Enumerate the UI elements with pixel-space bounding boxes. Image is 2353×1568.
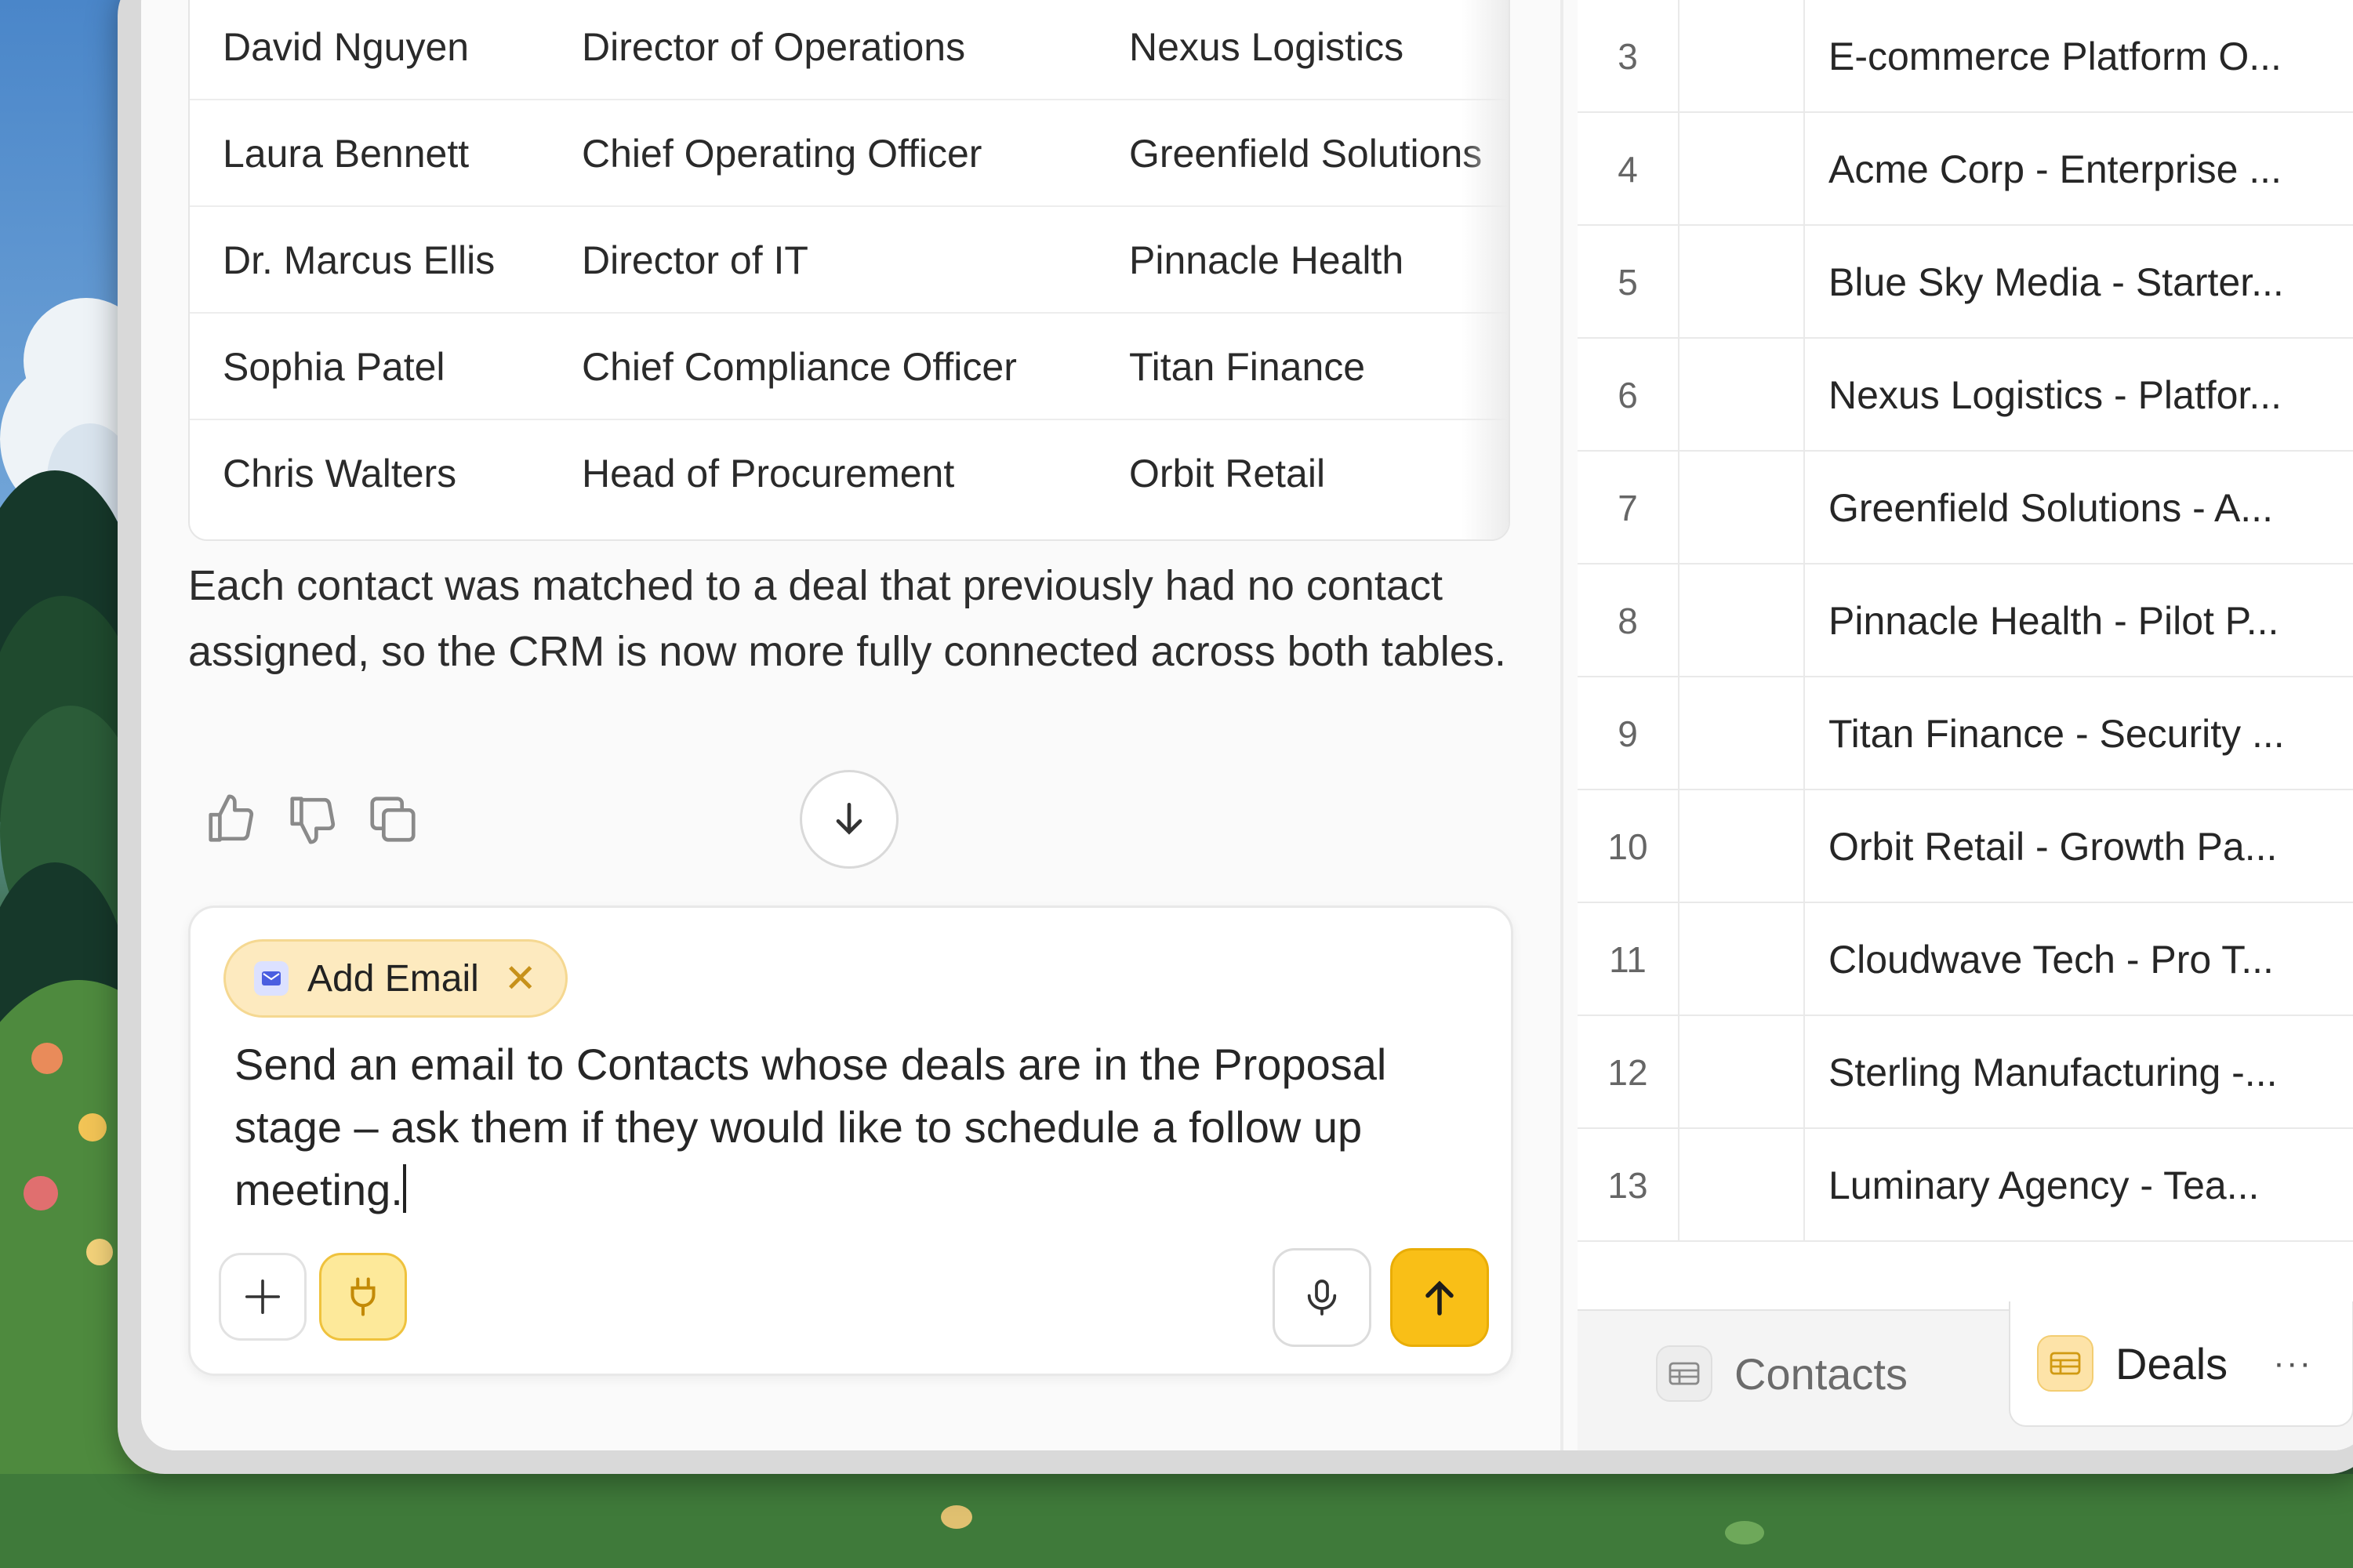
integrations-button[interactable]	[319, 1253, 407, 1341]
table-row: Laura Bennett Chief Operating Officer Gree…	[190, 99, 1509, 205]
close-icon[interactable]: ✕	[504, 956, 537, 1001]
empty-cell[interactable]	[1679, 790, 1805, 903]
deal-name-cell[interactable]: Titan Finance - Security ...	[1828, 677, 2285, 790]
row-number: 13	[1578, 1129, 1679, 1242]
contact-name: Chris Walters	[223, 452, 457, 495]
deal-name-cell[interactable]: E-commerce Platform O...	[1828, 0, 2282, 113]
grid-row[interactable]: 10 Orbit Retail - Growth Pa...	[1578, 790, 2353, 903]
app-window: David Nguyen Director of Operations Nexus …	[141, 0, 2353, 1450]
grid-row[interactable]: 8 Pinnacle Health - Pilot P...	[1578, 564, 2353, 677]
thumbs-up-icon[interactable]	[204, 792, 259, 847]
deal-name-cell[interactable]: Luminary Agency - Tea...	[1828, 1129, 2259, 1242]
table-icon	[1656, 1345, 1712, 1402]
send-button[interactable]	[1390, 1248, 1489, 1347]
grid-row[interactable]: 6 Nexus Logistics - Platfor...	[1578, 339, 2353, 452]
thumbs-down-icon[interactable]	[285, 792, 340, 847]
row-number: 3	[1578, 0, 1679, 113]
tab-contacts[interactable]: Contacts	[1656, 1311, 1908, 1436]
grid-row[interactable]: 4 Acme Corp - Enterprise ...	[1578, 113, 2353, 226]
mail-icon	[254, 961, 289, 996]
deal-name-cell[interactable]: Greenfield Solutions - A...	[1828, 452, 2273, 564]
empty-cell[interactable]	[1679, 339, 1805, 452]
table-row: David Nguyen Director of Operations Nexus …	[190, 0, 1509, 99]
contact-name: Laura Bennett	[223, 132, 470, 176]
row-number: 11	[1578, 903, 1679, 1016]
scroll-to-bottom-button[interactable]	[800, 770, 899, 869]
arrow-up-icon	[1425, 1280, 1454, 1316]
copy-icon[interactable]	[365, 792, 420, 847]
sheet-tab-bar: Contacts Deals ···	[1578, 1301, 2353, 1450]
row-number: 5	[1578, 226, 1679, 339]
add-attachment-button[interactable]	[219, 1253, 307, 1341]
row-number: 12	[1578, 1016, 1679, 1129]
plus-icon	[245, 1279, 281, 1315]
empty-cell[interactable]	[1679, 226, 1805, 339]
empty-cell[interactable]	[1679, 1129, 1805, 1242]
empty-cell[interactable]	[1679, 0, 1805, 113]
empty-cell[interactable]	[1679, 1016, 1805, 1129]
contact-company: Titan Finance	[1129, 345, 1366, 389]
table-row: Dr. Marcus Ellis Director of IT Pinnacle H…	[190, 205, 1509, 312]
contact-company: Nexus Logistics	[1129, 25, 1404, 69]
deal-name-cell[interactable]: Pinnacle Health - Pilot P...	[1828, 564, 2279, 677]
microphone-icon	[1307, 1279, 1337, 1316]
more-icon[interactable]: ···	[2273, 1344, 2312, 1383]
tab-deals[interactable]: Deals ···	[2009, 1301, 2353, 1427]
grid-row[interactable]: 13 Luminary Agency - Tea...	[1578, 1129, 2353, 1242]
row-number: 6	[1578, 339, 1679, 452]
deal-name-cell[interactable]: Blue Sky Media - Starter...	[1828, 226, 2284, 339]
contact-title: Head of Procurement	[582, 452, 955, 495]
contact-company: Orbit Retail	[1129, 452, 1326, 495]
contact-name: David Nguyen	[223, 25, 470, 69]
empty-cell[interactable]	[1679, 113, 1805, 226]
contact-title: Director of IT	[582, 238, 808, 282]
grid-row[interactable]: 7 Greenfield Solutions - A...	[1578, 452, 2353, 564]
deal-name-cell[interactable]: Sterling Manufacturing -...	[1828, 1016, 2278, 1129]
row-number: 8	[1578, 564, 1679, 677]
deal-name-cell[interactable]: Cloudwave Tech - Pro T...	[1828, 903, 2274, 1016]
deals-grid: 2Cloud Infrastructure Upg...3E-commerce …	[1578, 0, 2353, 1450]
grid-row[interactable]: 11 Cloudwave Tech - Pro T...	[1578, 903, 2353, 1016]
table-row: Sophia Patel Chief Compliance Officer Tita…	[190, 312, 1509, 419]
arrow-down-icon	[836, 802, 862, 835]
assistant-summary: Each contact was matched to a deal that …	[188, 562, 1506, 675]
chat-panel: David Nguyen Director of Operations Nexus …	[141, 0, 1560, 1450]
row-number: 7	[1578, 452, 1679, 564]
empty-cell[interactable]	[1679, 903, 1805, 1016]
row-number: 9	[1578, 677, 1679, 790]
contact-company: Greenfield Solutions	[1129, 132, 1483, 176]
row-number: 10	[1578, 790, 1679, 903]
grid-row[interactable]: 9 Titan Finance - Security ...	[1578, 677, 2353, 790]
contact-title: Chief Compliance Officer	[582, 345, 1017, 389]
grid-row[interactable]: 12 Sterling Manufacturing -...	[1578, 1016, 2353, 1129]
empty-cell[interactable]	[1679, 677, 1805, 790]
table-row: Chris Walters Head of Procurement Orbit Re…	[190, 419, 1509, 525]
table-icon	[2037, 1335, 2093, 1392]
contact-company: Pinnacle Health	[1129, 238, 1404, 282]
contact-title: Chief Operating Officer	[582, 132, 982, 176]
message-composer[interactable]: Add Email ✕ Send an email to Contacts wh…	[188, 906, 1513, 1376]
grid-row[interactable]: 5 Blue Sky Media - Starter...	[1578, 226, 2353, 339]
deal-name-cell[interactable]: Nexus Logistics - Platfor...	[1828, 339, 2282, 452]
grid-row[interactable]: 3 E-commerce Platform O...	[1578, 0, 2353, 113]
plug-icon	[350, 1277, 376, 1316]
contact-name: Dr. Marcus Ellis	[223, 238, 496, 282]
row-number: 4	[1578, 113, 1679, 226]
contact-name: Sophia Patel	[223, 345, 445, 389]
add-email-chip[interactable]: Add Email ✕	[223, 939, 568, 1018]
empty-cell[interactable]	[1679, 564, 1805, 677]
voice-input-button[interactable]	[1273, 1248, 1371, 1347]
deal-name-cell[interactable]: Orbit Retail - Growth Pa...	[1828, 790, 2277, 903]
deal-name-cell[interactable]: Acme Corp - Enterprise ...	[1828, 113, 2282, 226]
empty-cell[interactable]	[1679, 452, 1805, 564]
contacts-result-table: David Nguyen Director of Operations Nexus …	[188, 0, 1510, 541]
panel-divider[interactable]	[1560, 0, 1563, 1450]
prompt-input[interactable]: Send an email to Contacts whose deals ar…	[234, 1033, 1473, 1221]
chip-label: Add Email	[307, 957, 479, 1000]
contact-title: Director of Operations	[582, 25, 966, 69]
